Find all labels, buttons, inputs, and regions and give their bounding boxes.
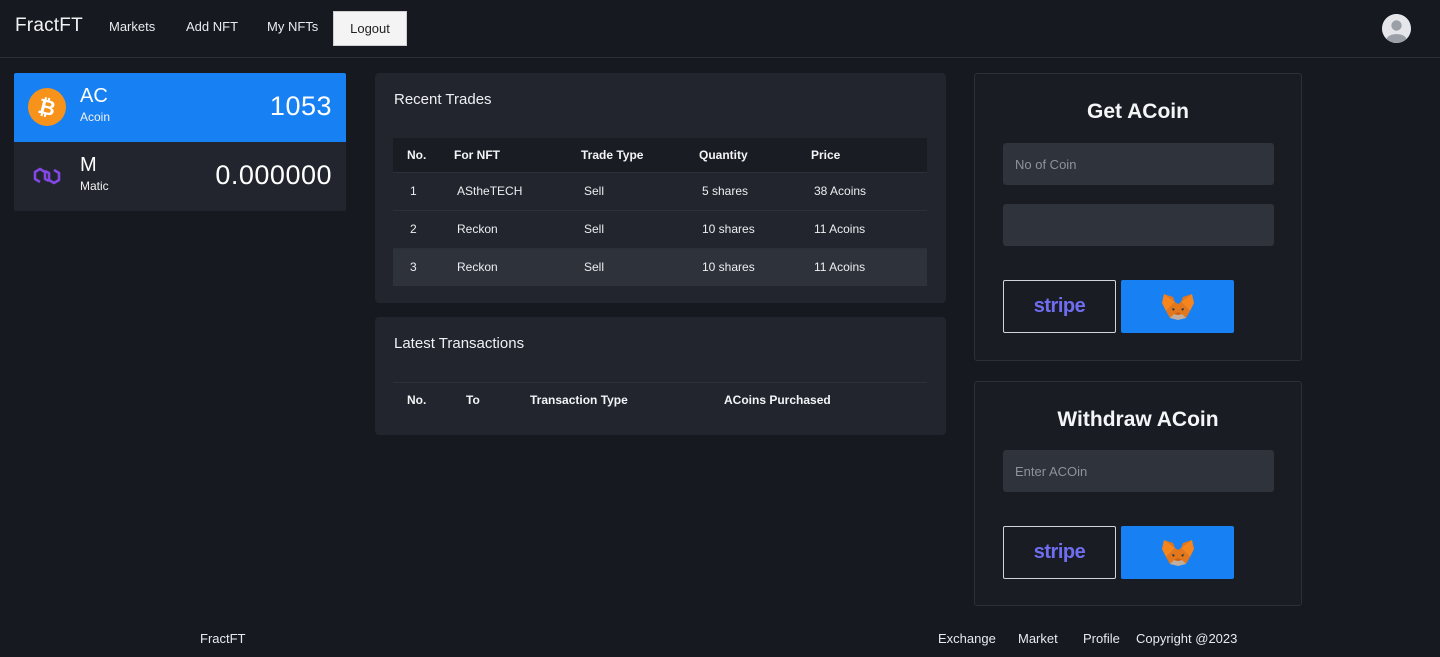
footer-brand[interactable]: FractFT	[200, 631, 246, 646]
withdraw-acoin-title: Withdraw ACoin	[1057, 408, 1219, 431]
wallet-row-acoin[interactable]: ₿ AC Acoin 1053	[14, 73, 346, 142]
metamask-pay-button[interactable]	[1121, 280, 1234, 333]
column-header: ACoins Purchased	[724, 392, 831, 407]
nav-add-nft[interactable]: Add NFT	[186, 19, 238, 34]
withdraw-acoin-card: Withdraw ACoin stripe	[974, 381, 1302, 606]
footer-link-market[interactable]: Market	[1018, 631, 1058, 646]
table-header-row: No. To Transaction Type ACoins Purchased	[393, 383, 927, 417]
get-acoin-card: Get ACoin stripe	[974, 73, 1302, 361]
metamask-withdraw-button[interactable]	[1121, 526, 1234, 579]
table-cell: AStheTECH	[454, 171, 581, 210]
metamask-fox-icon	[1161, 293, 1194, 320]
metamask-fox-icon	[1161, 539, 1194, 566]
table-cell: 1	[393, 171, 454, 210]
column-header: For NFT	[454, 147, 500, 162]
nav-my-nfts[interactable]: My NFTs	[267, 19, 318, 34]
table-cell: 38 Acoins	[811, 171, 927, 210]
coin-balance: 1053	[269, 91, 332, 121]
coin-balance: 0.000000	[215, 160, 332, 190]
column-header: Trade Type	[581, 147, 644, 162]
withdraw-amount-input[interactable]	[1003, 450, 1274, 492]
bitcoin-icon: ₿	[28, 88, 66, 126]
top-navbar: FractFT Markets Add NFT My NFTs Logout	[0, 0, 1440, 58]
wallet-row-matic[interactable]: M Matic 0.000000	[14, 142, 346, 211]
latest-transactions-table: No. To Transaction Type ACoins Purchased	[393, 382, 927, 417]
table-cell: Sell	[581, 209, 699, 248]
nav-markets[interactable]: Markets	[109, 19, 155, 34]
get-acoin-title: Get ACoin	[1087, 100, 1189, 123]
footer-link-exchange[interactable]: Exchange	[938, 631, 996, 646]
user-avatar-icon[interactable]	[1382, 14, 1411, 43]
table-cell: Sell	[581, 171, 699, 210]
column-header: No.	[407, 392, 427, 407]
stripe-pay-button[interactable]: stripe	[1003, 280, 1116, 333]
column-header: Price	[811, 147, 841, 162]
brand-logo[interactable]: FractFT	[15, 15, 83, 37]
recent-trades-table: No. For NFT Trade Type Quantity Price 1 …	[393, 138, 927, 286]
column-header: To	[466, 392, 480, 407]
column-header: No.	[407, 147, 427, 162]
wallet-balances: ₿ AC Acoin 1053 M Matic 0.000000	[14, 73, 346, 211]
polygon-icon	[33, 167, 61, 185]
footer-copyright: Copyright @2023	[1136, 631, 1238, 646]
table-cell: 10 shares	[699, 209, 811, 248]
logout-button[interactable]: Logout	[333, 11, 407, 46]
table-row[interactable]: 3 Reckon Sell 10 shares 11 Acoins	[393, 247, 927, 286]
table-cell: 3	[393, 247, 454, 286]
secondary-input[interactable]	[1003, 204, 1274, 246]
latest-transactions-panel: Latest Transactions No. To Transaction T…	[375, 317, 946, 435]
coin-amount-input[interactable]	[1003, 143, 1274, 185]
coin-code: AC	[80, 85, 108, 107]
table-cell: Reckon	[454, 247, 581, 286]
recent-trades-title: Recent Trades	[394, 91, 492, 108]
table-cell: Sell	[581, 247, 699, 286]
table-cell: 5 shares	[699, 171, 811, 210]
table-cell: 10 shares	[699, 247, 811, 286]
table-cell: 11 Acoins	[811, 247, 927, 286]
coin-code: M	[80, 154, 97, 176]
table-cell: Reckon	[454, 209, 581, 248]
table-cell: 11 Acoins	[811, 209, 927, 248]
latest-transactions-title: Latest Transactions	[394, 335, 525, 352]
column-header: Quantity	[699, 147, 748, 162]
table-row[interactable]: 1 AStheTECH Sell 5 shares 38 Acoins	[393, 171, 927, 210]
table-header-row: No. For NFT Trade Type Quantity Price	[393, 138, 927, 172]
coin-name: Matic	[80, 179, 109, 193]
footer-link-profile[interactable]: Profile	[1083, 631, 1120, 646]
column-header: Transaction Type	[530, 392, 628, 407]
coin-name: Acoin	[80, 110, 111, 124]
stripe-withdraw-button[interactable]: stripe	[1003, 526, 1116, 579]
table-row[interactable]: 2 Reckon Sell 10 shares 11 Acoins	[393, 209, 927, 248]
table-cell: 2	[393, 209, 454, 248]
recent-trades-panel: Recent Trades No. For NFT Trade Type Qua…	[375, 73, 946, 303]
